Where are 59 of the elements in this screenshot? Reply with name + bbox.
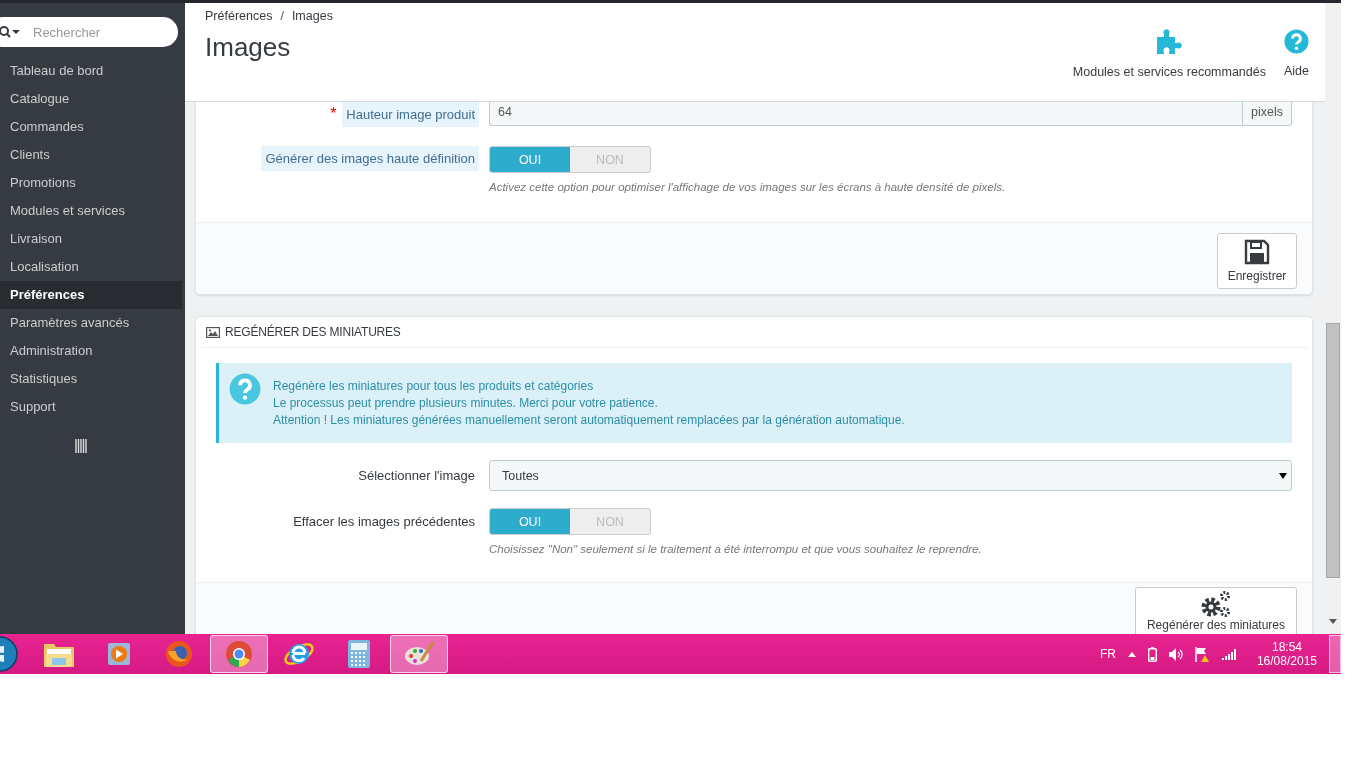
sidebar-item[interactable]: Préférences bbox=[0, 281, 182, 309]
signal-icon[interactable] bbox=[1221, 648, 1237, 660]
alert-text: Attention ! Les miniatures générées manuellement seront automatiquement remplacées par la génération automatique. bbox=[273, 412, 905, 429]
alert-text: Regénère les miniatures pour tous les produits et catégories bbox=[273, 378, 595, 395]
sidebar-item[interactable]: Clients bbox=[0, 141, 185, 169]
puzzle-icon bbox=[1155, 29, 1184, 55]
field-label: Générer des images haute définition bbox=[261, 146, 479, 171]
chrome-icon bbox=[224, 639, 254, 669]
flag-warning-icon[interactable] bbox=[1194, 646, 1210, 662]
select-field[interactable]: Toutes bbox=[489, 460, 1292, 491]
sidebar-item[interactable]: Support bbox=[0, 393, 185, 421]
page-title: Images bbox=[205, 32, 292, 63]
clock-date[interactable]: 16/08/2015 bbox=[1256, 654, 1317, 668]
media-player-icon bbox=[105, 640, 133, 668]
toolbar-link[interactable]: Aide bbox=[1283, 29, 1309, 101]
alert-text: Le processus peut prendre plusieurs minutes. Merci pour votre patience. bbox=[273, 395, 659, 412]
text-field[interactable]: 64 bbox=[489, 102, 1243, 126]
sidebar-item[interactable]: Localisation bbox=[0, 253, 185, 281]
search-field[interactable]: Rechercher bbox=[0, 17, 178, 47]
toolbar-link[interactable]: Modules et services recommandés bbox=[1072, 29, 1266, 101]
sidebar-item[interactable]: Administration bbox=[0, 337, 185, 365]
help-icon bbox=[229, 373, 261, 405]
taskbar-button[interactable] bbox=[390, 635, 448, 673]
regenerate-button[interactable]: Regénérer des miniatures bbox=[1135, 587, 1297, 634]
sidebar-item[interactable]: Commandes bbox=[0, 113, 185, 141]
caret-up-icon[interactable] bbox=[1127, 651, 1136, 657]
image-icon bbox=[206, 326, 220, 338]
sidebar-item[interactable]: Modules et services bbox=[0, 197, 185, 225]
help-icon bbox=[1284, 29, 1309, 54]
start-button-icon[interactable] bbox=[0, 636, 18, 672]
save-button[interactable]: Enregistrer bbox=[1217, 233, 1297, 289]
field-label: Hauteur image produit bbox=[342, 102, 479, 127]
caret-down-icon bbox=[1279, 472, 1287, 479]
language-indicator[interactable]: FR bbox=[1099, 647, 1116, 661]
field-label: Effacer les images précédentes bbox=[292, 513, 476, 531]
sidebar-item[interactable]: Statistiques bbox=[0, 365, 185, 393]
taskbar-button[interactable] bbox=[210, 635, 268, 673]
sidebar-item[interactable]: Paramètres avancés bbox=[0, 309, 185, 337]
sidebar-item[interactable]: Promotions bbox=[0, 169, 185, 197]
speaker-icon[interactable] bbox=[1168, 647, 1183, 661]
sidebar-item[interactable]: Tableau de bord bbox=[0, 57, 185, 85]
gears-icon bbox=[1200, 590, 1232, 618]
breadcrumb-separator: / bbox=[280, 9, 284, 23]
sidebar-item[interactable]: Livraison bbox=[0, 225, 185, 253]
field-label: Sélectionner l'image bbox=[357, 467, 476, 485]
firefox-icon bbox=[164, 639, 194, 669]
clock-time[interactable]: 18:54 bbox=[1271, 640, 1302, 654]
unit-addon: pixels bbox=[1242, 102, 1292, 126]
calculator-icon bbox=[347, 639, 371, 669]
help-text: Choisissez "Non" seulement si le traitement a été interrompu et que vous souhaitez le reprendre. bbox=[489, 543, 983, 555]
search-icon bbox=[0, 25, 22, 39]
breadcrumb-link[interactable]: Préférences bbox=[205, 9, 273, 23]
breadcrumb-link[interactable]: Images bbox=[291, 9, 333, 23]
required-mark: * bbox=[330, 104, 337, 122]
help-text: Activez cette option pour optimiser l'affichage de vos images sur les écrans à haute densité de pixels. bbox=[489, 181, 1007, 193]
collapse-icon[interactable] bbox=[75, 439, 87, 453]
sidebar-item[interactable]: Catalogue bbox=[0, 85, 185, 113]
panel-title: REGÉNÉRER DES MINIATURES bbox=[225, 325, 401, 339]
battery-icon[interactable] bbox=[1147, 646, 1157, 662]
